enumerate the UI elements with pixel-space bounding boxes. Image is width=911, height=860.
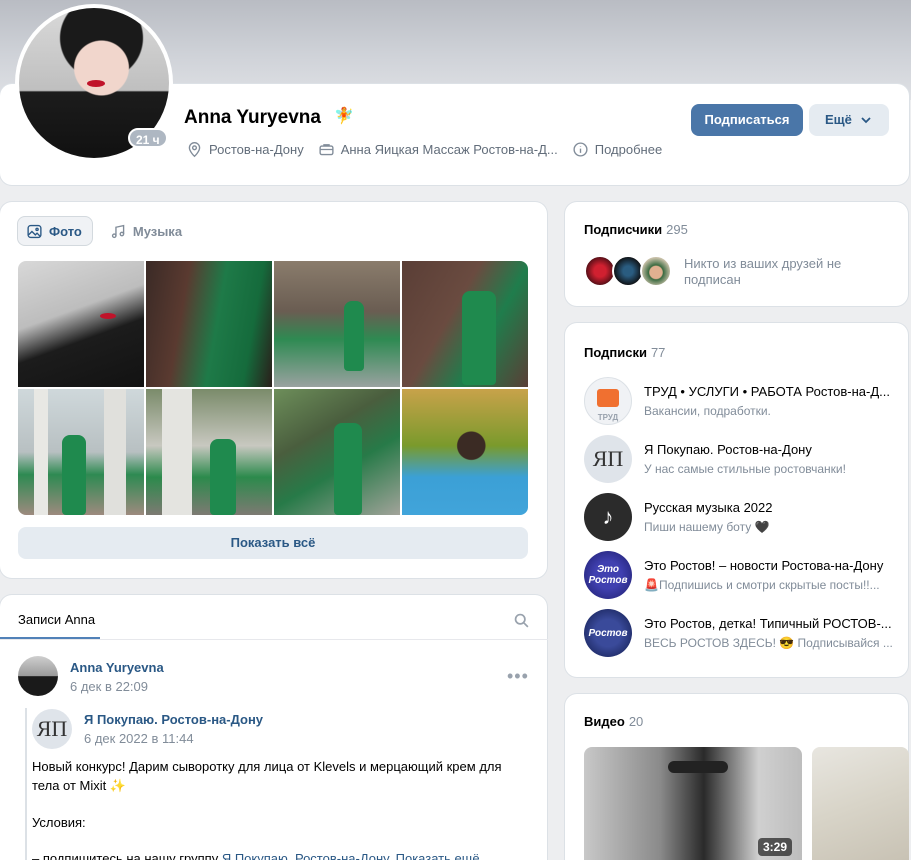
subscribe-button[interactable]: Подписаться [691,104,803,136]
post-author-name[interactable]: Anna Yuryevna [70,660,164,675]
tab-wall-posts[interactable]: Записи Anna [18,612,95,627]
photo-thumbnail[interactable] [402,261,528,387]
group-name: Это Ростов, детка! Типичный РОСТОВ-... [644,616,892,631]
subscription-item[interactable]: ♪ Русская музыка 2022 Пиши нашему боту 🖤 [584,493,894,541]
chevron-down-icon [859,104,873,148]
group-status: У нас самые стильные ростовчанки! [644,462,846,476]
more-button[interactable]: Ещё [809,104,889,136]
tab-photos[interactable]: Фото [18,217,92,245]
tab-music-label: Музыка [132,223,183,239]
videos-title[interactable]: Видео 20 [584,714,643,729]
city-info[interactable]: Ростов-на-Дону [186,141,304,158]
profile-info-row: Ростов-на-Дону Анна Яицкая Массаж Ростов… [186,141,662,158]
show-more-link[interactable]: Показать ещё [396,851,480,860]
show-all-button[interactable]: Показать всё [18,527,528,559]
group-avatar-text: Ростов [588,627,628,639]
group-avatar-text: ТРУД [597,413,619,422]
music-note-icon [111,224,125,238]
work-label: Анна Яицкая Массаж Ростов-на-Д... [340,142,558,157]
location-pin-icon [188,142,201,158]
post-text: Новый конкурс! Дарим сыворотку для лица … [32,759,502,793]
videos-count: 20 [628,714,644,729]
group-name: Русская музыка 2022 [644,500,773,515]
music-note-icon: ♪ [602,504,614,529]
post-text-line: – подпишитесь на нашу группу Я Покупаю. … [32,851,480,860]
group-avatar: ♪ [584,493,632,541]
more-info-link[interactable]: Подробнее [572,141,662,158]
avatar[interactable] [640,255,672,287]
group-avatar: ЯП [584,435,632,483]
photo-thumbnail[interactable] [18,261,144,387]
follower-avatars [584,255,672,287]
repost-group-name[interactable]: Я Покупаю. Ростов-на-Дону [84,712,263,727]
photo-grid [18,261,528,515]
followers-title-label: Подписчики [584,222,663,237]
subscription-item[interactable]: ТРУД ТРУД • УСЛУГИ • РАБОТА Ростов-на-Д.… [584,377,894,425]
photo-thumbnail[interactable] [146,261,272,387]
profile-name: Anna Yuryevna [184,107,321,128]
group-name: ТРУД • УСЛУГИ • РАБОТА Ростов-на-Д... [644,384,890,399]
group-avatar: ТРУД [584,377,632,425]
post-author-avatar[interactable] [18,656,58,696]
post-conditions: Условия: [32,815,86,830]
group-avatar-text: Это Ростов [588,564,628,586]
photo-thumbnail[interactable] [274,261,400,387]
followers-count: 295 [666,222,688,237]
more-info-label: Подробнее [594,142,663,157]
photo-thumbnail[interactable] [402,389,528,515]
info-circle-icon [573,142,588,157]
photo-thumbnail[interactable] [146,389,272,515]
divider [0,639,548,640]
followers-title[interactable]: Подписчики 295 [584,222,688,237]
video-duration: 3:29 [757,838,792,856]
subscriptions-title[interactable]: Подписки 77 [584,345,665,360]
city-label: Ростов-на-Дону [209,142,304,157]
media-tabs: Фото Музыка [18,217,192,245]
followers-card [565,202,908,306]
more-options-icon[interactable]: ••• [507,666,529,687]
tab-photos-label: Фото [49,223,82,239]
briefcase-icon [319,144,334,156]
group-mention-link[interactable]: Я Покупаю. Ростов-на-Дону [222,851,389,860]
more-button-label: Ещё [825,112,852,127]
photo-icon [27,224,42,238]
group-name: Это Ростов! – новости Ростова-на-Дону [644,558,884,573]
group-status: 🚨Подпишись и смотри скрытые посты!!... [644,578,880,592]
videos-title-label: Видео [584,714,625,729]
subscription-item[interactable]: ЯП Я Покупаю. Ростов-на-Дону У нас самые… [584,435,894,483]
group-avatar: Это Ростов [584,551,632,599]
search-icon[interactable] [513,612,530,632]
group-avatar: Ростов [584,609,632,657]
fairy-emoji-icon: 🧚 [334,108,354,125]
post-line-prefix: – подпишитесь на нашу группу [32,851,222,860]
group-status: Пиши нашему боту 🖤 [644,520,770,534]
video-thumbnail[interactable]: 3:29 [584,747,802,860]
group-status: ВЕСЬ РОСТОВ ЗДЕСЬ! 😎 Подписывайся ... [644,636,893,650]
work-info[interactable]: Анна Яицкая Массаж Ростов-на-Д... [318,141,558,158]
repost-group-avatar[interactable]: ЯП [32,709,72,749]
repost-date[interactable]: 6 дек 2022 в 11:44 [84,731,194,746]
subscriptions-count: 77 [650,345,666,360]
post-date[interactable]: 6 дек в 22:09 [70,679,148,694]
subscriptions-title-label: Подписки [584,345,647,360]
no-friends-text: Никто из ваших друзей не подписан [684,256,842,287]
online-badge: 21 ч [128,128,168,148]
subscription-item[interactable]: Это Ростов Это Ростов! – новости Ростова… [584,551,894,599]
group-name: Я Покупаю. Ростов-на-Дону [644,442,812,457]
subscription-item[interactable]: Ростов Это Ростов, детка! Типичный РОСТО… [584,609,894,657]
video-thumbnail[interactable] [812,747,909,860]
group-status: Вакансии, подработки. [644,404,771,418]
photo-thumbnail[interactable] [274,389,400,515]
group-avatar-text: ЯП [592,446,624,471]
repost-indent-line [25,708,27,860]
photo-thumbnail[interactable] [18,389,144,515]
tab-music[interactable]: Музыка [102,217,192,245]
